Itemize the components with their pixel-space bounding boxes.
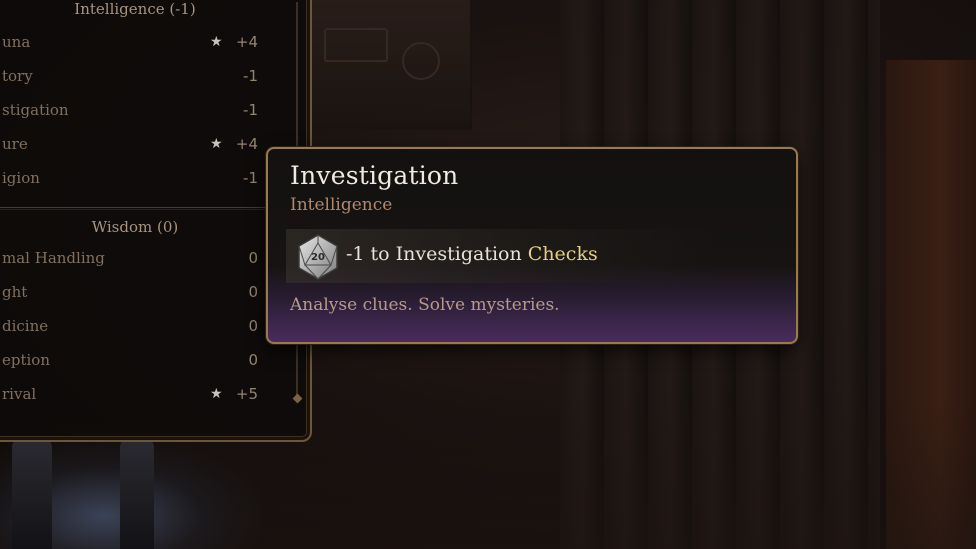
skill-modifier: 0 [248,351,258,369]
skill-name: stigation [2,101,69,119]
die-label: 20 [311,252,325,263]
proficiency-star-icon: ★ [210,136,223,152]
section-divider [0,207,280,210]
d20-icon: 20 [296,233,340,281]
skill-row[interactable]: ght 0 [0,283,280,307]
skill-modifier: -1 [243,169,258,187]
skill-name: eption [2,351,50,369]
tooltip-effect: -1 to Investigation Checks [346,243,598,265]
tooltip-subtitle: Intelligence [290,195,393,215]
proficiency-star-icon: ★ [210,386,223,402]
tooltip-description: Analyse clues. Solve mysteries. [290,295,560,315]
character-boot-left [12,439,52,549]
background-cabinet [310,0,472,130]
skill-modifier: -1 [243,67,258,85]
skill-row[interactable]: una ★ +4 [0,33,280,57]
scrollbar-thumb[interactable] [292,393,303,404]
skill-row[interactable]: ure ★ +4 [0,135,280,159]
skills-list: Intelligence (-1) una ★ +4 tory -1 stigation -… [0,0,280,440]
cabinet-carving [402,42,440,80]
skill-row[interactable]: dicine 0 [0,317,280,341]
skill-name: dicine [2,317,49,335]
skill-name: igion [2,169,40,187]
checks-keyword: Checks [527,243,598,265]
skill-row[interactable]: rival ★ +5 [0,385,280,409]
skill-modifier: 0 [248,283,258,301]
skill-modifier: +4 [235,135,258,153]
skill-modifier: +4 [235,33,258,51]
character-boot-right [120,439,154,549]
skill-modifier: 0 [248,317,258,335]
skill-name: mal Handling [2,249,105,267]
skill-row[interactable]: eption 0 [0,351,280,375]
skill-name: ure [2,135,28,153]
skill-name: una [2,33,31,51]
skill-row[interactable]: stigation -1 [0,101,280,125]
skill-name: ght [2,283,28,301]
skill-tooltip: Investigation Intelligence 20 -1 to Inve… [266,147,798,344]
skill-modifier: -1 [243,101,258,119]
skill-modifier: +5 [235,385,258,403]
skill-row[interactable]: tory -1 [0,67,280,91]
wisdom-header: Wisdom (0) [91,218,179,236]
tooltip-title: Investigation [290,161,459,190]
skill-row[interactable]: mal Handling 0 [0,249,280,273]
cabinet-panel [324,28,388,62]
proficiency-star-icon: ★ [210,34,223,50]
skill-name: tory [2,67,33,85]
skill-modifier: 0 [248,249,258,267]
skill-row[interactable]: igion -1 [0,169,280,193]
effect-text: -1 to Investigation [346,243,522,265]
intelligence-header: Intelligence (-1) [74,0,196,18]
skill-name: rival [2,385,37,403]
